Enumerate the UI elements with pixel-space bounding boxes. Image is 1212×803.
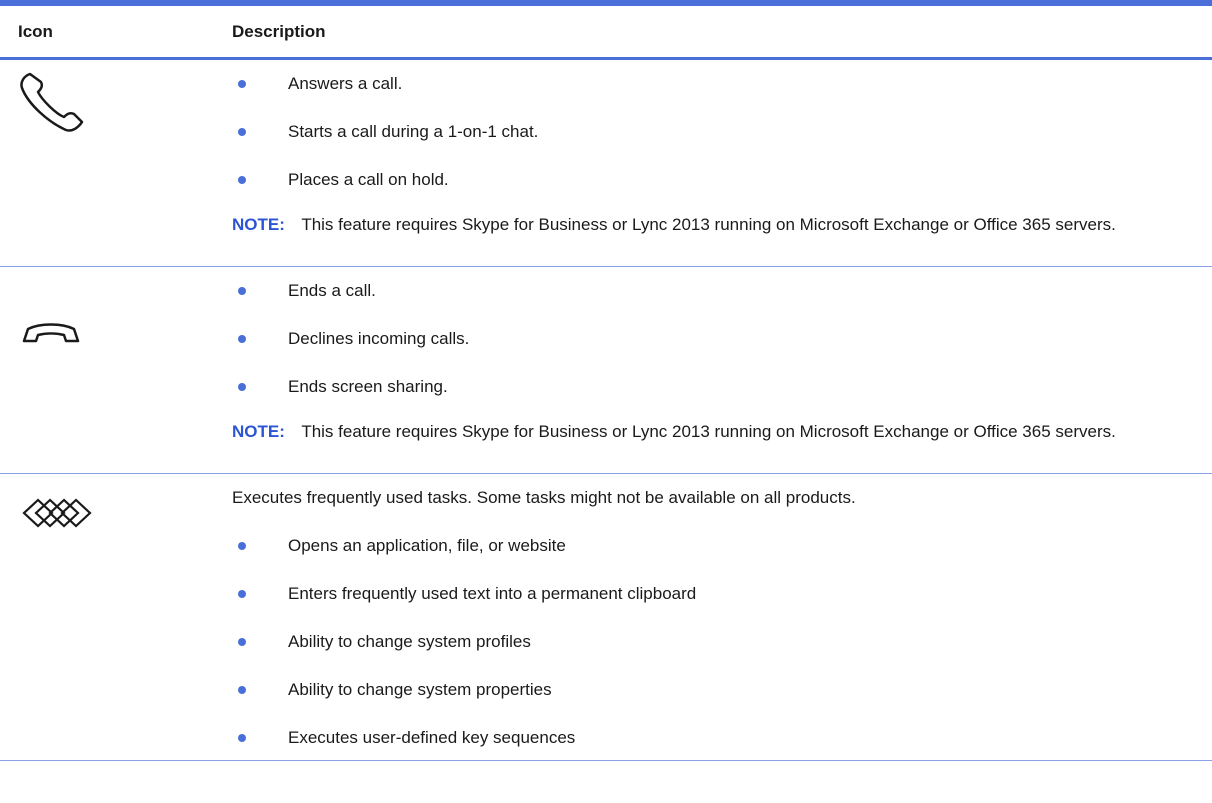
table-header: Icon Description: [0, 6, 1212, 60]
note: NOTE: This feature requires Skype for Bu…: [232, 411, 1212, 443]
bullet-dot: [232, 80, 288, 88]
note-text: This feature requires Skype for Business…: [301, 422, 1116, 441]
bullet-dot: [232, 734, 288, 742]
list-item: Ability to change system profiles: [232, 618, 1212, 666]
list-item-text: Executes user-defined key sequences: [288, 728, 576, 747]
list-item: Executes user-defined key sequences: [232, 714, 1212, 762]
header-description: Description: [232, 21, 326, 41]
note-text: This feature requires Skype for Business…: [301, 215, 1116, 234]
note: NOTE: This feature requires Skype for Bu…: [232, 204, 1212, 236]
list-item-text: Ability to change system profiles: [288, 632, 531, 651]
bullet-dot: [232, 335, 288, 343]
table-row: Ends a call. Declines incoming calls. En…: [0, 267, 1212, 474]
table-row: Answers a call. Starts a call during a 1…: [0, 60, 1212, 267]
list-item-text: Starts a call during a 1-on-1 chat.: [288, 122, 539, 141]
list-item: Places a call on hold.: [232, 156, 1212, 204]
list-item-text: Ability to change system properties: [288, 680, 552, 699]
description-cell: Ends a call. Declines incoming calls. En…: [232, 267, 1212, 473]
list-item: Starts a call during a 1-on-1 chat.: [232, 108, 1212, 156]
phone-answer-icon: [18, 70, 90, 134]
note-label: NOTE:: [232, 215, 285, 234]
list-item-text: Enters frequently used text into a perma…: [288, 584, 697, 603]
icon-cell: [0, 60, 232, 266]
bullet-dot: [232, 287, 288, 295]
list-item: Opens an application, file, or website: [232, 522, 1212, 570]
header-icon: Icon: [18, 21, 53, 41]
list-item: Answers a call.: [232, 60, 1212, 108]
bullet-dot: [232, 590, 288, 598]
icon-description-table: Icon Description Answers a call. Starts …: [0, 0, 1212, 761]
list-item: Ability to change system properties: [232, 666, 1212, 714]
intro-text: Executes frequently used tasks. Some tas…: [232, 488, 856, 507]
bullet-dot: [232, 128, 288, 136]
list-item: Enters frequently used text into a perma…: [232, 570, 1212, 618]
description-cell: Answers a call. Starts a call during a 1…: [232, 60, 1212, 266]
icon-cell: [0, 267, 232, 473]
bullet-dot: [232, 686, 288, 694]
list-item-text: Opens an application, file, or website: [288, 536, 566, 555]
list-item-text: Answers a call.: [288, 74, 403, 93]
table-row: Executes frequently used tasks. Some tas…: [0, 474, 1212, 761]
bullet-dot: [232, 542, 288, 550]
list-item-text: Declines incoming calls.: [288, 329, 470, 348]
list-item-text: Ends screen sharing.: [288, 377, 448, 396]
bullet-dot: [232, 638, 288, 646]
bullet-dot: [232, 176, 288, 184]
note-label: NOTE:: [232, 422, 285, 441]
list-item-text: Places a call on hold.: [288, 170, 449, 189]
phone-hangup-icon: [20, 319, 82, 351]
list-item-text: Ends a call.: [288, 281, 376, 300]
description-cell: Executes frequently used tasks. Some tas…: [232, 474, 1212, 760]
list-item: Ends screen sharing.: [232, 363, 1212, 411]
list-item: Declines incoming calls.: [232, 315, 1212, 363]
bullet-dot: [232, 383, 288, 391]
list-item: Ends a call.: [232, 267, 1212, 315]
icon-cell: [0, 474, 232, 760]
programmable-key-icon: [22, 498, 94, 528]
